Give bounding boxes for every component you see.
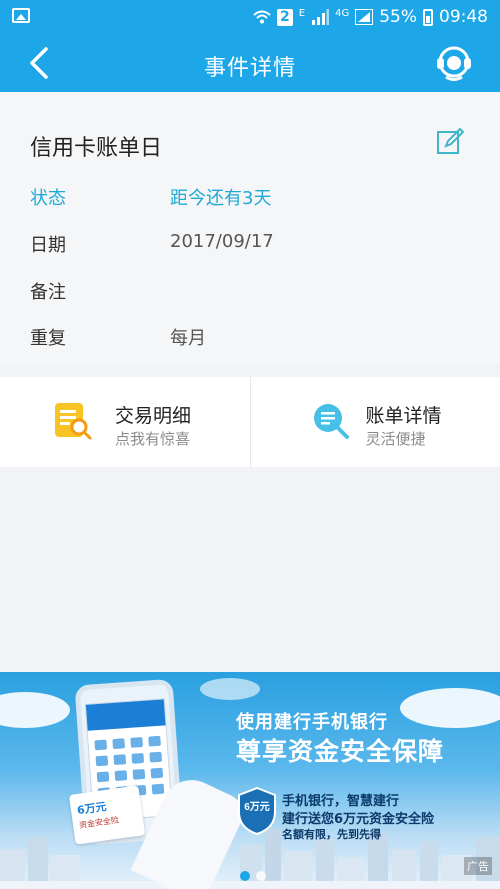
clock: 09:48 bbox=[439, 7, 488, 27]
banner-headline: 使用建行手机银行 bbox=[236, 712, 388, 733]
transaction-detail-subtitle: 点我有惊喜 bbox=[115, 430, 191, 448]
banner-line-2: 建行送您6万元资金安全险 bbox=[282, 812, 435, 827]
repeat-row: 重复 每月 bbox=[30, 324, 206, 350]
date-label: 日期 bbox=[30, 235, 66, 256]
gift-card: 6万元 资金安全险 bbox=[68, 785, 146, 845]
shield-text: 6万元 bbox=[244, 801, 270, 813]
banner-line-1: 手机银行，智慧建行 bbox=[282, 794, 400, 809]
bill-detail-title: 账单详情 bbox=[365, 405, 442, 427]
page-title: 事件详情 bbox=[203, 56, 296, 81]
event-title: 信用卡账单日 bbox=[30, 136, 163, 161]
cloud-decoration bbox=[400, 688, 500, 728]
wifi-icon bbox=[253, 10, 271, 24]
banner-subheadline: 尊享资金安全保障 bbox=[236, 737, 445, 766]
battery-icon bbox=[423, 8, 433, 26]
transaction-detail-button[interactable]: 交易明细 点我有惊喜 bbox=[0, 377, 250, 467]
nav-bar: 事件详情 bbox=[0, 34, 500, 92]
ad-label: 广告 bbox=[464, 857, 492, 875]
note-row: 备注 bbox=[30, 278, 66, 304]
gift-amount: 6万元 bbox=[76, 800, 108, 818]
gallery-icon bbox=[12, 8, 30, 23]
shield-icon: 6万元 bbox=[238, 786, 276, 836]
bill-detail-button[interactable]: 账单详情 灵活便捷 bbox=[249, 377, 500, 467]
transaction-detail-title: 交易明细 bbox=[115, 405, 192, 427]
bill-search-icon bbox=[313, 404, 349, 439]
event-detail-card: 信用卡账单日 状态 距今还有3天 日期 2017/09/17 备注 重复 每月 bbox=[0, 92, 500, 364]
battery-percent: 55% bbox=[379, 7, 417, 27]
customer-service-icon[interactable] bbox=[434, 44, 474, 82]
sim-badge: 2 bbox=[277, 8, 293, 26]
status-bar-right: 2 E 4G 55% 09:48 bbox=[253, 7, 488, 27]
cloud-decoration bbox=[0, 692, 70, 728]
status-bar: 2 E 4G 55% 09:48 bbox=[0, 0, 500, 34]
status-label: 状态 bbox=[30, 188, 66, 209]
status-row: 状态 距今还有3天 bbox=[30, 184, 271, 210]
transaction-detail-icon bbox=[55, 403, 92, 440]
carousel-dot[interactable] bbox=[256, 871, 266, 881]
bill-detail-subtitle: 灵活便捷 bbox=[365, 430, 426, 448]
carousel-dots bbox=[240, 871, 266, 881]
cloud-decoration bbox=[200, 678, 260, 700]
network-type-4g: 4G bbox=[335, 7, 350, 19]
ad-banner[interactable]: 6万元 资金安全险 使用建行手机银行 尊享资金安全保障 6万元 手机银行，智慧建… bbox=[0, 672, 500, 889]
banner-line-3: 名额有限，先到先得 bbox=[282, 828, 381, 841]
signal-icon-2 bbox=[355, 9, 374, 25]
status-value: 距今还有3天 bbox=[170, 188, 272, 209]
action-panel: 交易明细 点我有惊喜 账单详情 灵活便捷 bbox=[0, 377, 500, 467]
signal-icon bbox=[312, 9, 330, 25]
date-value: 2017/09/17 bbox=[170, 231, 274, 252]
note-label: 备注 bbox=[30, 282, 66, 303]
date-row: 日期 2017/09/17 bbox=[30, 231, 274, 257]
repeat-label: 重复 bbox=[30, 328, 66, 349]
edit-icon[interactable] bbox=[436, 128, 464, 156]
repeat-value: 每月 bbox=[170, 328, 206, 349]
carousel-dot-active[interactable] bbox=[240, 871, 250, 881]
network-type-e: E bbox=[298, 7, 306, 19]
